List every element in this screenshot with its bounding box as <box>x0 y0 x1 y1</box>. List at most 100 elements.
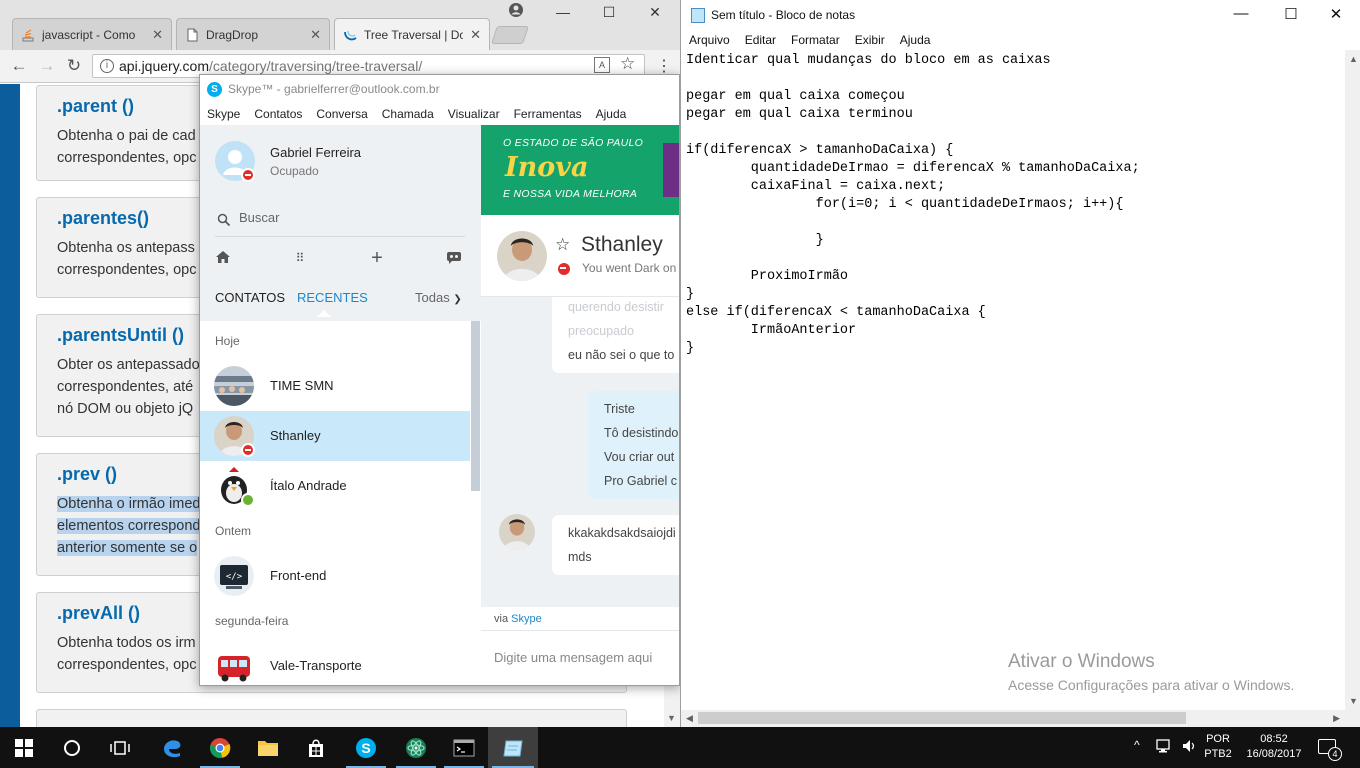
task-view-button[interactable] <box>96 727 144 768</box>
desc-line: correspondentes, opc <box>57 657 197 673</box>
minimize-icon[interactable]: — <box>1226 5 1256 22</box>
vertical-scrollbar[interactable]: ▲ ▼ <box>1345 50 1360 710</box>
start-button[interactable] <box>0 727 48 768</box>
user-profile-icon[interactable] <box>508 2 524 20</box>
close-icon[interactable]: ✕ <box>640 4 670 21</box>
taskbar-cmd[interactable] <box>440 727 488 768</box>
tab-tree-traversal[interactable]: Tree Traversal | Do ✕ <box>334 18 490 50</box>
via-skype-link[interactable]: Skype <box>511 613 542 625</box>
tab-title: DragDrop <box>206 27 259 42</box>
forward-arrow-icon[interactable]: → <box>37 56 57 76</box>
notepad-icon <box>691 8 705 23</box>
contact-avatar[interactable] <box>499 514 535 550</box>
tab-recentes[interactable]: RECENTES <box>297 290 368 305</box>
horizontal-scrollbar[interactable]: ◀ ▶ <box>681 710 1345 727</box>
ad-banner[interactable]: O ESTADO DE SÃO PAULO Inova E NOSSA VIDA… <box>481 125 679 215</box>
cortana-button[interactable] <box>48 727 96 768</box>
minimize-icon[interactable]: — <box>548 4 578 20</box>
menu-arquivo[interactable]: Arquivo <box>689 33 730 47</box>
filter-dropdown[interactable]: Todas ❯ <box>415 290 462 305</box>
bot-icon[interactable] <box>445 249 463 267</box>
taskbar-notepad[interactable] <box>488 727 538 768</box>
language-indicator[interactable]: POR PTB2 <box>1198 732 1238 762</box>
home-icon[interactable] <box>214 249 232 267</box>
taskbar-chrome[interactable] <box>196 727 244 768</box>
recents-scrollbar[interactable] <box>470 321 481 685</box>
chat-pane: O ESTADO DE SÃO PAULO Inova E NOSSA VIDA… <box>481 125 679 685</box>
scroll-down-icon[interactable]: ▼ <box>1349 696 1358 706</box>
maximize-icon[interactable]: ☐ <box>1276 5 1306 23</box>
taskbar-file-explorer[interactable] <box>244 727 292 768</box>
reload-icon[interactable]: ↻ <box>64 56 84 76</box>
scroll-left-icon[interactable]: ◀ <box>686 713 693 724</box>
bookmark-star-icon[interactable]: ☆ <box>620 54 635 74</box>
scroll-thumb[interactable] <box>698 712 1186 724</box>
scroll-right-icon[interactable]: ▶ <box>1333 713 1340 724</box>
translate-icon[interactable]: A <box>594 57 610 73</box>
recent-item-italo-andrade[interactable]: Ítalo Andrade <box>200 461 470 511</box>
recent-item-sthanley[interactable]: Sthanley <box>200 411 470 461</box>
menu-conversa[interactable]: Conversa <box>316 107 367 121</box>
scroll-thumb[interactable] <box>471 321 480 491</box>
ad-arrow-icon[interactable] <box>663 143 679 197</box>
desc-line: correspondentes, opc <box>57 262 197 278</box>
menu-ajuda[interactable]: Ajuda <box>596 107 627 121</box>
recent-name: Ítalo Andrade <box>270 478 347 493</box>
close-tab-icon[interactable]: ✕ <box>310 27 321 43</box>
profile-status[interactable]: Ocupado <box>270 164 319 178</box>
new-tab-button[interactable] <box>491 26 529 44</box>
back-arrow-icon[interactable]: ← <box>9 56 29 76</box>
store-icon <box>309 739 323 757</box>
menu-chamada[interactable]: Chamada <box>382 107 434 121</box>
online-status-icon <box>241 493 255 507</box>
menu-skype[interactable]: Skype <box>207 107 240 121</box>
message-input[interactable]: Digite uma mensagem aqui <box>481 630 679 685</box>
menu-ferramentas[interactable]: Ferramentas <box>514 107 582 121</box>
chrome-menu-icon[interactable]: ⋮ <box>656 56 672 76</box>
taskbar-atom[interactable] <box>392 727 440 768</box>
close-tab-icon[interactable]: ✕ <box>470 27 481 43</box>
tab-contatos[interactable]: CONTATOS <box>215 290 285 305</box>
message-bubble: querendo desistir preocupado eu não sei … <box>552 297 679 373</box>
contact-avatar[interactable] <box>497 231 547 281</box>
scroll-down-icon[interactable]: ▼ <box>667 713 676 723</box>
menu-visualizar[interactable]: Visualizar <box>448 107 500 121</box>
clock[interactable]: 08:52 16/08/2017 <box>1242 732 1306 762</box>
scroll-up-icon[interactable]: ▲ <box>1349 54 1358 64</box>
volume-icon[interactable] <box>1180 738 1198 756</box>
favorite-star-icon[interactable]: ☆ <box>555 235 570 255</box>
maximize-icon[interactable]: ☐ <box>594 4 624 21</box>
message-bubble: Triste Tô desistindo Vou criar out Pro G… <box>588 391 679 499</box>
recent-item-vale-transporte[interactable]: Vale-Transporte <box>200 641 470 685</box>
skype-sidebar: Gabriel Ferreira Ocupado Buscar ⠿ + CONT… <box>200 125 481 685</box>
chat-contact-name: Sthanley <box>581 233 663 256</box>
add-icon[interactable]: + <box>368 248 386 268</box>
menu-editar[interactable]: Editar <box>745 33 776 47</box>
menu-exibir[interactable]: Exibir <box>855 33 885 47</box>
activation-watermark-subtitle: Acesse Configurações para ativar o Windo… <box>1008 677 1295 693</box>
search-input[interactable]: Buscar <box>215 207 465 237</box>
info-icon[interactable]: i <box>100 59 114 73</box>
recent-item-time-smn[interactable]: TIME SMN <box>200 361 470 411</box>
taskbar-store[interactable] <box>292 727 340 768</box>
tab-title: Tree Traversal | Do <box>364 27 464 42</box>
search-placeholder: Buscar <box>239 210 280 225</box>
taskbar-skype[interactable]: S <box>342 727 390 768</box>
notepad-menubar: Arquivo Editar Formatar Exibir Ajuda <box>681 30 1360 50</box>
tab-stackoverflow[interactable]: javascript - Como ✕ <box>12 18 172 50</box>
close-icon[interactable]: ✕ <box>1321 5 1351 23</box>
text-editor[interactable]: Identicar qual mudanças do bloco em as c… <box>681 50 1345 710</box>
menu-ajuda[interactable]: Ajuda <box>900 33 931 47</box>
menu-contatos[interactable]: Contatos <box>254 107 302 121</box>
network-icon[interactable] <box>1156 738 1174 756</box>
dialpad-icon[interactable]: ⠿ <box>291 249 309 267</box>
recent-name: Sthanley <box>270 428 321 443</box>
close-tab-icon[interactable]: ✕ <box>152 27 163 43</box>
tab-dragdrop[interactable]: DragDrop ✕ <box>176 18 330 50</box>
taskbar-edge[interactable] <box>148 727 196 768</box>
profile-card[interactable]: Gabriel Ferreira Ocupado <box>200 125 481 197</box>
recent-item-front-end[interactable]: </> Front-end <box>200 551 470 601</box>
tray-expand-icon[interactable]: ^ <box>1134 738 1140 752</box>
desc-line: nó DOM ou objeto jQ <box>57 401 194 417</box>
menu-formatar[interactable]: Formatar <box>791 33 840 47</box>
